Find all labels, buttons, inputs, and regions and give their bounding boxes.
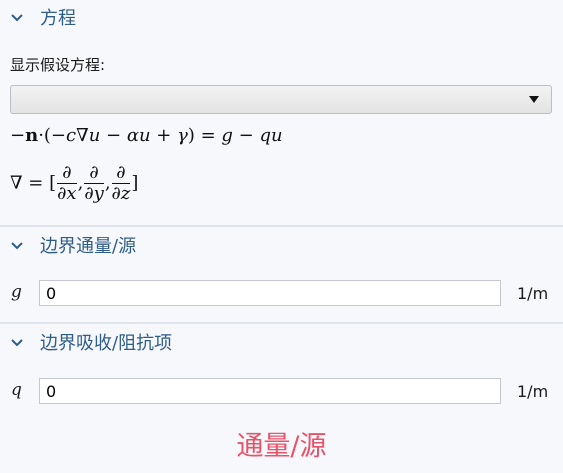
q-value-input[interactable]	[39, 378, 501, 404]
q-unit-label: 1/m	[517, 382, 549, 401]
boundary-absorption-section-header[interactable]: 边界吸收/阻抗项	[0, 325, 563, 359]
dropdown-caret-icon	[529, 96, 539, 103]
chevron-down-icon[interactable]	[10, 10, 24, 24]
boundary-flux-section-title: 边界通量/源	[40, 236, 137, 257]
q-symbol-label: q	[11, 380, 22, 400]
chevron-down-icon[interactable]	[10, 238, 24, 252]
show-equation-label: 显示假设方程:	[10, 56, 106, 74]
flux-source-annotation: 通量/源	[236, 431, 327, 462]
g-symbol-label: g	[11, 282, 22, 302]
equation-section-header[interactable]: 方程	[0, 0, 563, 34]
section-divider	[0, 322, 563, 324]
g-unit-label: 1/m	[517, 284, 549, 303]
equation-section-title: 方程	[40, 8, 76, 29]
boundary-flux-section-header[interactable]: 边界通量/源	[0, 228, 563, 262]
g-value-input[interactable]	[39, 280, 501, 306]
boundary-absorption-section-title: 边界吸收/阻抗项	[40, 333, 173, 354]
equation-display-dropdown[interactable]	[10, 85, 552, 114]
section-divider	[0, 225, 563, 227]
boundary-equation: −n·(−c∇u − αu + γ) = g − qu	[10, 125, 283, 146]
chevron-down-icon[interactable]	[10, 335, 24, 349]
nabla-definition: ∇ = [∂ ∂x, ∂ ∂y, ∂ ∂z]	[10, 162, 139, 204]
